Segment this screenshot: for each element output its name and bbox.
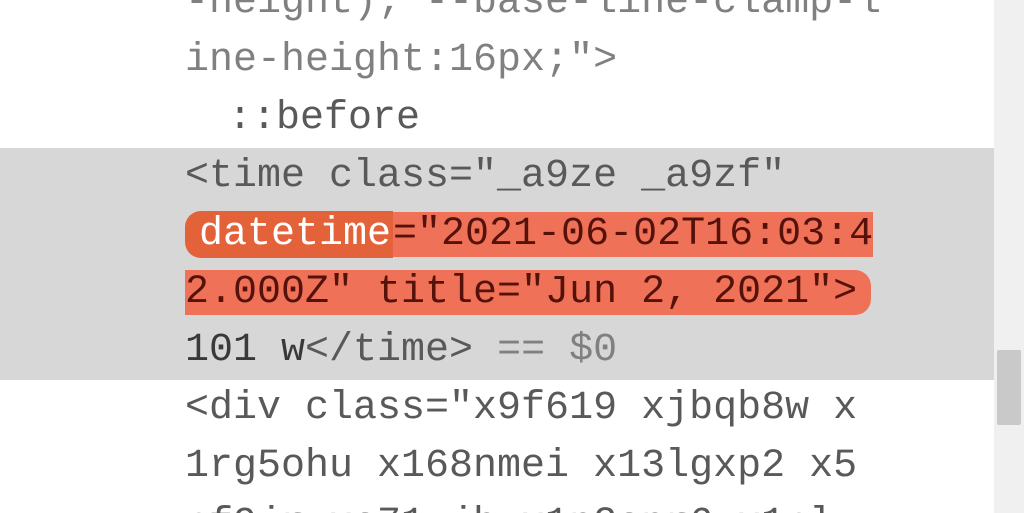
scrollbar-track[interactable] xyxy=(994,0,1024,513)
scrollbar-thumb[interactable] xyxy=(997,350,1021,425)
code-line-style-end: ine-height:16px;"> xyxy=(0,32,994,90)
attr-datetime-value-part2: 2.000Z" title="Jun 2, 2021"> xyxy=(185,270,871,315)
selected-element-line-4[interactable]: 101 w</time> == $0 xyxy=(0,322,994,380)
pseudo-before: ::before xyxy=(0,90,994,148)
attr-datetime-name: datetime xyxy=(185,211,393,258)
code-line-div-3: pf9jr xo71vjh x1n2onr6 x1plv xyxy=(0,496,994,513)
code-line-partial-top: -height); --base-line-clamp-l xyxy=(0,0,994,32)
code-line-div-1: <div class="x9f619 xjbqb8w x xyxy=(0,380,994,438)
selected-element-line-2[interactable]: datetime="2021-06-02T16:03:4 xyxy=(0,206,994,264)
code-line-div-2: 1rg5ohu x168nmei x13lgxp2 x5 xyxy=(0,438,994,496)
selected-element-line-3[interactable]: 2.000Z" title="Jun 2, 2021"> xyxy=(0,264,994,322)
selected-element-line-1[interactable]: <time class="_a9ze _a9zf" xyxy=(0,148,994,206)
attr-datetime-value-part1: ="2021-06-02T16:03:4 xyxy=(393,212,873,257)
